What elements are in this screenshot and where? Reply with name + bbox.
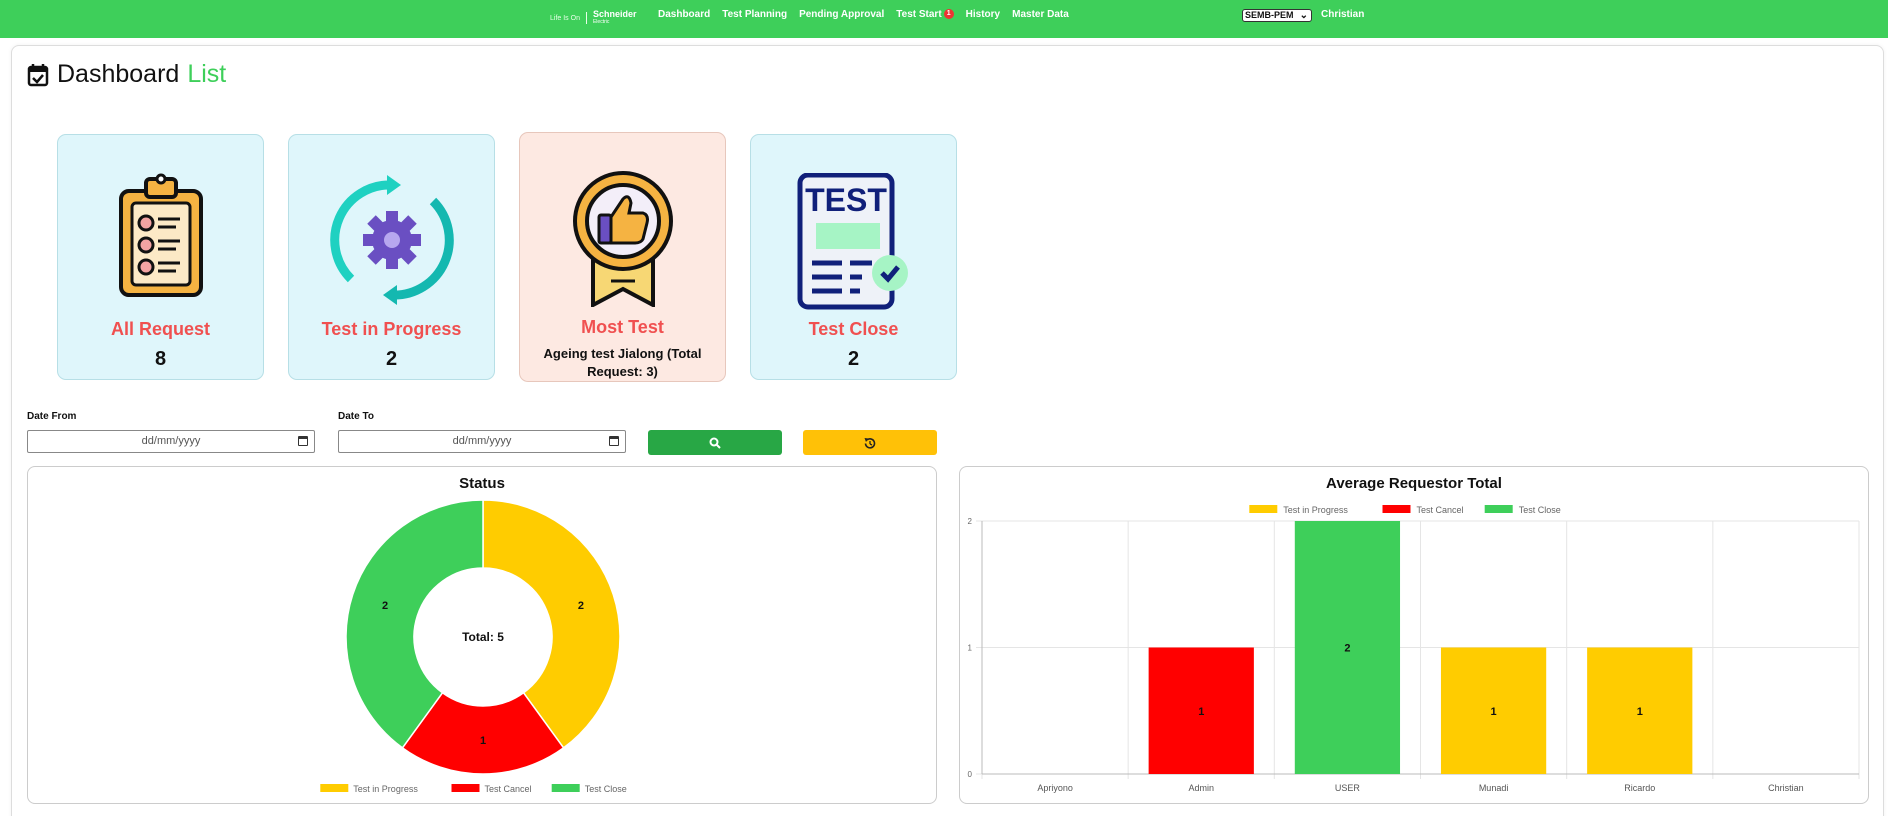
nav-item-test-start[interactable]: Test Start 1 — [896, 9, 954, 20]
legend-swatch[interactable] — [1249, 505, 1278, 513]
card-test-in-progress-value: 2 — [385, 348, 398, 370]
nav-item-master-data[interactable]: Master Data — [1012, 9, 1069, 20]
x-tick-label: USER — [1335, 783, 1361, 793]
x-tick-label: Christian — [1768, 783, 1804, 793]
card-test-close-value: 2 — [847, 348, 860, 370]
date-to-placeholder: dd/mm/yyyy — [452, 435, 512, 447]
clipboard-checklist-icon — [118, 173, 203, 297]
pie-data-label: 2 — [382, 600, 388, 612]
status-donut-chart: 2 1 2 Total: 5 Test in Progress Test Cancel Te… — [320, 499, 627, 794]
legend-label[interactable]: Test Cancel — [485, 784, 532, 794]
brand-tagline: Life Is On — [550, 14, 580, 22]
status-chart-panel: Status 2 1 2 Total: 5 Test in Progress Test C… — [27, 466, 937, 804]
y-tick-label: 1 — [968, 644, 973, 653]
card-all-request-value: 8 — [154, 348, 167, 370]
plant-select[interactable]: SEMB-PEM ⌄ — [1242, 9, 1312, 22]
requestor-bar-chart: Test in Progress Test Cancel Test Close 0 1 2… — [968, 505, 1860, 793]
x-tick-label: Ricardo — [1624, 783, 1655, 793]
search-button[interactable] — [648, 430, 782, 455]
top-navbar: Life Is On Schneider Electric Dashboard … — [0, 0, 1888, 38]
date-to-label: Date To — [338, 411, 374, 422]
nav-item-dashboard[interactable]: Dashboard — [658, 9, 710, 20]
date-from-placeholder: dd/mm/yyyy — [141, 435, 201, 447]
chevron-down-icon: ⌄ — [1299, 10, 1308, 21]
card-most-test-value: Ageing test Jialong (Total Request: 3) — [543, 346, 702, 379]
legend-swatch[interactable] — [1382, 505, 1411, 513]
x-tick-label: Apriyono — [1037, 783, 1073, 793]
page-title-main: Dashboard — [57, 60, 180, 88]
card-most-test[interactable]: Most Test Ageing test Jialong (Total Req… — [519, 132, 726, 382]
bar-data-label: 1 — [1198, 706, 1204, 718]
user-name[interactable]: Christian — [1321, 9, 1364, 20]
card-all-request-label: All Request — [110, 319, 211, 339]
x-tick-label: Munadi — [1479, 783, 1509, 793]
calendar-check-icon — [27, 63, 49, 86]
legend-label[interactable]: Test in Progress — [1283, 505, 1348, 515]
legend-label[interactable]: Test in Progress — [353, 784, 418, 794]
thumbs-up-medal-icon — [572, 171, 673, 307]
bar-data-label: 1 — [1637, 706, 1643, 718]
legend-swatch[interactable] — [1484, 505, 1513, 513]
nav-item-history[interactable]: History — [966, 9, 1000, 20]
pie-data-label: 1 — [480, 735, 486, 747]
brand-logo[interactable]: Life Is On Schneider Electric — [550, 10, 636, 26]
donut-center-total: Total: 5 — [462, 630, 504, 644]
card-all-request[interactable]: All Request 8 — [57, 134, 264, 380]
plant-select-value: SEMB-PEM — [1245, 10, 1294, 20]
reset-button[interactable] — [803, 430, 937, 455]
nav-item-test-start-label: Test Start — [896, 9, 942, 20]
date-from-label: Date From — [27, 411, 77, 422]
bar-data-label: 2 — [1344, 643, 1350, 655]
card-most-test-label: Most Test — [581, 317, 664, 337]
reset-icon — [864, 437, 876, 449]
card-test-in-progress[interactable]: Test in Progress 2 — [288, 134, 495, 380]
calendar-icon[interactable] — [609, 436, 619, 446]
legend-label[interactable]: Test Cancel — [1417, 505, 1464, 515]
gear-refresh-icon — [329, 175, 454, 305]
y-tick-label: 0 — [968, 770, 973, 779]
brand-name: Schneider Electric — [593, 10, 637, 26]
nav-menu: Dashboard Test Planning Pending Approval… — [658, 9, 1069, 20]
legend-label[interactable]: Test Close — [1519, 505, 1561, 515]
card-test-in-progress-label: Test in Progress — [321, 319, 462, 339]
test-document-icon: TEST — [797, 173, 908, 310]
legend-swatch[interactable] — [551, 784, 580, 792]
bar-data-label: 1 — [1491, 706, 1497, 718]
calendar-icon[interactable] — [298, 436, 308, 446]
brand-divider — [585, 12, 587, 24]
svg-text:TEST: TEST — [805, 182, 887, 218]
legend-swatch[interactable] — [320, 784, 349, 792]
page-title: Dashboard List — [27, 60, 226, 89]
search-icon — [709, 437, 721, 449]
date-to-input[interactable]: dd/mm/yyyy — [338, 430, 626, 453]
x-tick-label: Admin — [1188, 783, 1214, 793]
card-test-close[interactable]: TEST Test Close 2 — [750, 134, 957, 380]
y-tick-label: 2 — [968, 517, 973, 526]
page-title-accent: List — [187, 60, 227, 88]
card-test-close-label: Test Close — [808, 319, 899, 339]
pie-data-label: 2 — [578, 600, 584, 612]
brand-sub-text: Electric — [592, 19, 610, 25]
legend-swatch[interactable] — [451, 784, 480, 792]
legend-label[interactable]: Test Close — [585, 784, 627, 794]
date-from-input[interactable]: dd/mm/yyyy — [27, 430, 315, 453]
requestor-chart-panel: Average Requestor Total Test in Progress… — [959, 466, 1869, 804]
nav-item-test-planning[interactable]: Test Planning — [722, 9, 787, 20]
nav-item-pending-approval[interactable]: Pending Approval — [799, 9, 884, 20]
test-start-badge: 1 — [943, 9, 954, 19]
